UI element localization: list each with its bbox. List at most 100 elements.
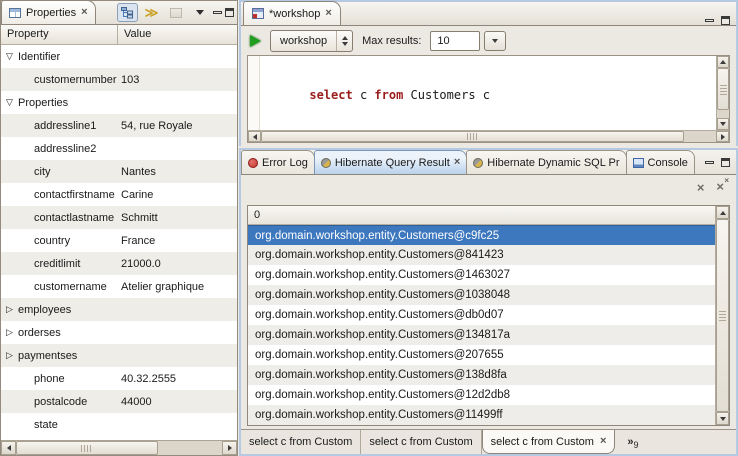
maximize-icon[interactable]: [225, 8, 234, 17]
expand-arrow-icon[interactable]: ▷: [6, 304, 18, 315]
hql-editor[interactable]: select c from Customers c: [247, 55, 730, 143]
minimize-icon[interactable]: [213, 11, 222, 14]
close-icon[interactable]: ×: [600, 436, 606, 447]
minimize-icon[interactable]: [705, 161, 714, 164]
spinner-up-icon[interactable]: [342, 36, 348, 40]
tab-workshop-editor[interactable]: *workshop ×: [243, 1, 341, 25]
query-page-tab[interactable]: select c from Custom ×: [482, 430, 616, 454]
property-row[interactable]: customername Atelier graphique: [1, 275, 237, 298]
property-name: postalcode: [18, 396, 117, 408]
spinner-down-icon[interactable]: [342, 42, 348, 46]
query-page-tab-label: select c from Custom: [249, 436, 352, 448]
show-categories-button[interactable]: [117, 3, 138, 22]
expand-arrow-icon[interactable]: ▷: [6, 350, 18, 361]
view-tab[interactable]: Error Log ×: [241, 150, 315, 174]
maximize-icon[interactable]: [721, 16, 730, 25]
result-row[interactable]: org.domain.workshop.entity.Customers@146…: [248, 265, 715, 285]
view-tab[interactable]: Hibernate Query Result ×: [314, 150, 467, 174]
property-row[interactable]: customernumber 103: [1, 68, 237, 91]
combo-spinner[interactable]: [337, 36, 352, 46]
property-row[interactable]: ▷ employees: [1, 298, 237, 321]
property-value: Carine: [117, 189, 237, 201]
property-row[interactable]: ▽ Identifier: [1, 45, 237, 68]
show-advanced-properties-button[interactable]: ≫: [141, 3, 162, 22]
scroll-down-icon[interactable]: [716, 412, 729, 425]
result-row[interactable]: org.domain.workshop.entity.Customers@841…: [248, 245, 715, 265]
scroll-right-icon[interactable]: [222, 441, 237, 455]
scroll-up-icon[interactable]: [716, 206, 729, 219]
results-panel: Error Log × Hibernate Query Result × Hib…: [239, 148, 738, 456]
scroll-right-icon[interactable]: [716, 131, 729, 142]
expand-arrow-icon[interactable]: ▷: [6, 327, 18, 338]
property-name: contactfirstname: [18, 189, 117, 201]
property-row[interactable]: creditlimit 21000.0: [1, 252, 237, 275]
column-header-value[interactable]: Value: [118, 25, 237, 44]
scroll-left-icon[interactable]: [248, 131, 261, 142]
query-page-tab[interactable]: select c from Custom ×: [241, 430, 361, 454]
property-row[interactable]: addressline2: [1, 137, 237, 160]
editor-toolbar: workshop Max results: 10: [241, 26, 736, 55]
run-query-icon[interactable]: [250, 35, 261, 47]
scrollbar-thumb[interactable]: [16, 441, 158, 455]
column-header-property[interactable]: Property: [1, 25, 118, 44]
property-row[interactable]: phone 40.32.2555: [1, 367, 237, 390]
result-row[interactable]: org.domain.workshop.entity.Customers@138…: [248, 365, 715, 385]
close-icon[interactable]: ×: [81, 7, 87, 18]
property-value: 44000: [117, 396, 237, 408]
property-row[interactable]: ▷ orderses: [1, 321, 237, 344]
view-tab[interactable]: Console ×: [626, 150, 695, 174]
properties-hscrollbar[interactable]: [1, 440, 237, 455]
property-row[interactable]: contactlastname Schmitt: [1, 206, 237, 229]
view-menu-button[interactable]: [189, 3, 210, 22]
result-row[interactable]: org.domain.workshop.entity.Customers@134…: [248, 325, 715, 345]
result-row[interactable]: org.domain.workshop.entity.Customers@12d…: [248, 385, 715, 405]
scrollbar-thumb[interactable]: [716, 219, 729, 412]
scrollbar-thumb[interactable]: [717, 68, 729, 110]
property-row[interactable]: city Nantes: [1, 160, 237, 183]
restore-default-value-button: [165, 3, 186, 22]
scroll-left-icon[interactable]: [1, 441, 16, 455]
close-icon[interactable]: ×: [454, 157, 460, 168]
result-row[interactable]: org.domain.workshop.entity.Customers@207…: [248, 345, 715, 365]
expand-arrow-icon[interactable]: ▽: [6, 51, 18, 62]
close-result-icon[interactable]: ×: [697, 181, 705, 194]
property-row[interactable]: ▽ Properties: [1, 91, 237, 114]
scroll-down-icon[interactable]: [717, 118, 729, 130]
editor-vscrollbar[interactable]: [716, 56, 729, 130]
scrollbar-track[interactable]: [158, 441, 222, 455]
result-row-text: org.domain.workshop.entity.Customers@114…: [255, 409, 503, 421]
query-page-tab[interactable]: select c from Custom ×: [361, 430, 481, 454]
result-row[interactable]: org.domain.workshop.entity.Customers@103…: [248, 285, 715, 305]
max-results-input[interactable]: 10: [430, 31, 480, 51]
close-icon[interactable]: ×: [325, 8, 331, 19]
maximize-icon[interactable]: [721, 158, 730, 167]
scroll-up-icon[interactable]: [717, 56, 729, 68]
property-name: orderses: [18, 327, 117, 339]
configuration-combo[interactable]: workshop: [270, 30, 353, 52]
property-row[interactable]: postalcode 44000: [1, 390, 237, 413]
property-value: Atelier graphique: [117, 281, 237, 293]
result-row[interactable]: org.domain.workshop.entity.Customers@c9f…: [248, 225, 715, 245]
editor-hscrollbar[interactable]: [248, 130, 729, 142]
max-results-dropdown-button[interactable]: [484, 31, 506, 51]
minimize-icon[interactable]: [705, 19, 714, 22]
close-all-results-icon[interactable]: × ×: [716, 180, 724, 194]
property-row[interactable]: contactfirstname Carine: [1, 183, 237, 206]
property-row[interactable]: ▷ paymentses: [1, 344, 237, 367]
query-text-segment: c: [353, 88, 375, 102]
results-column-header[interactable]: 0: [248, 206, 715, 225]
view-tab[interactable]: Hibernate Dynamic SQL Pr ×: [466, 150, 626, 174]
properties-icon: [9, 8, 21, 18]
results-vscrollbar[interactable]: [715, 206, 729, 425]
property-row[interactable]: state: [1, 413, 237, 436]
tab-properties[interactable]: Properties ×: [1, 0, 96, 24]
property-name: country: [18, 235, 117, 247]
expand-arrow-icon[interactable]: ▽: [6, 97, 18, 108]
property-row[interactable]: addressline1 54, rue Royale: [1, 114, 237, 137]
property-row[interactable]: country France: [1, 229, 237, 252]
tab-overflow-chevron[interactable]: » 9: [620, 430, 645, 454]
result-row[interactable]: org.domain.workshop.entity.Customers@db0…: [248, 305, 715, 325]
result-row[interactable]: org.domain.workshop.entity.Customers@114…: [248, 405, 715, 425]
scrollbar-thumb[interactable]: [261, 131, 684, 142]
query-text[interactable]: select c from Customers c: [266, 60, 713, 102]
